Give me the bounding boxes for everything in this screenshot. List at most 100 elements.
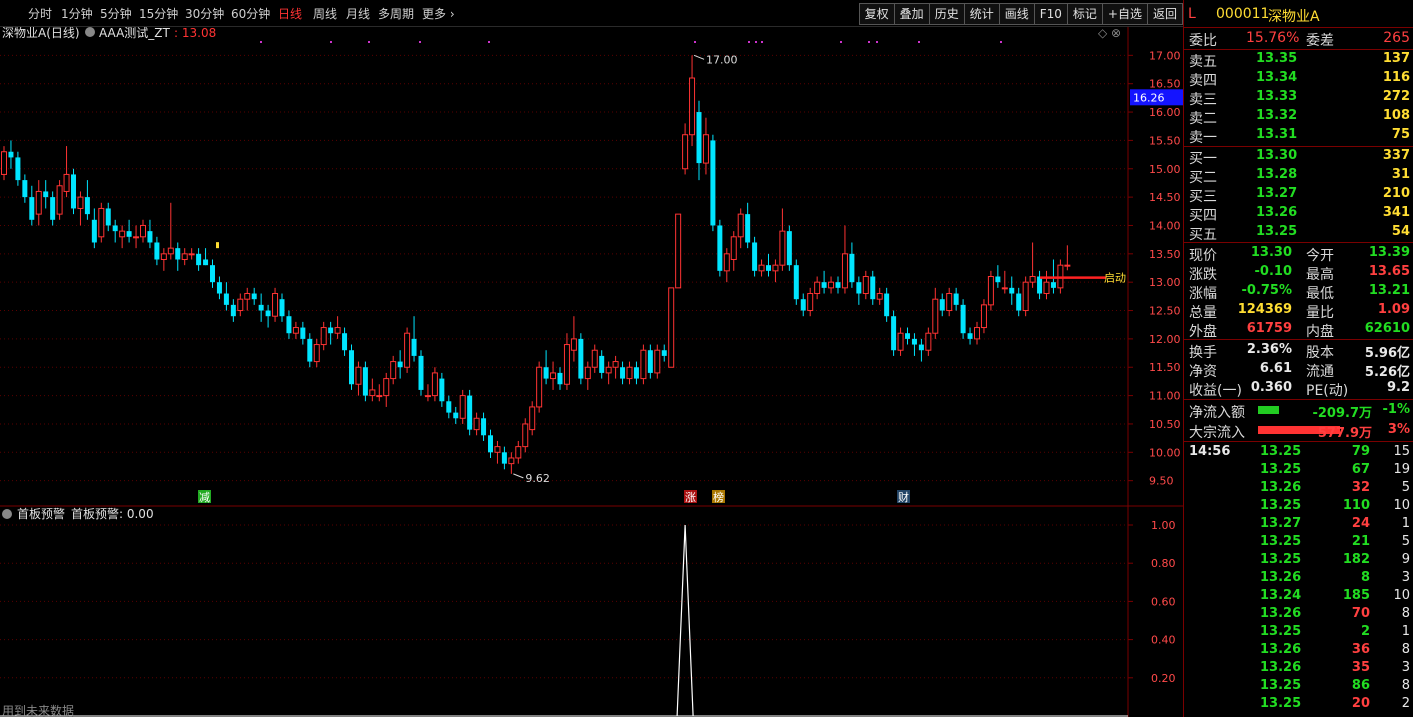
candle <box>362 361 368 402</box>
sub-settings-icon[interactable] <box>2 509 12 519</box>
indicator-name[interactable]: AAA测试_ZT <box>99 27 171 40</box>
toolbar-button-8[interactable]: 返回 <box>1146 3 1183 25</box>
candle-body <box>953 293 959 305</box>
candle <box>897 327 904 356</box>
candle-body <box>974 327 980 340</box>
candle <box>668 287 675 368</box>
event-marker: 榜 <box>712 490 725 504</box>
stock-name[interactable]: 深物业A <box>1268 6 1320 26</box>
candle-body <box>265 310 271 317</box>
flow-value: -209.7万 <box>1312 406 1372 421</box>
sub-y-tick-label: 0.40 <box>1151 634 1176 647</box>
candle-body <box>459 395 466 419</box>
kline-chart[interactable]: 17.00 16.50 16.00 15.50 15.00 14.50 14.00 13.50… <box>0 27 1183 717</box>
period-tab-7[interactable]: 周线 <box>313 5 337 22</box>
candle <box>723 248 730 283</box>
toolbar-button-5[interactable]: F10 <box>1033 3 1068 25</box>
ask-row[interactable]: 卖四 13.34 116 <box>1184 69 1413 89</box>
candle-body <box>766 265 771 271</box>
flow-bar <box>1258 406 1279 414</box>
candle <box>515 440 522 464</box>
candle <box>1016 287 1022 317</box>
bid-row[interactable]: 买一 13.30 337 <box>1184 147 1413 167</box>
candle <box>856 276 862 305</box>
candle <box>8 140 14 169</box>
bid-row[interactable]: 买三 13.27 210 <box>1184 185 1413 205</box>
period-tab-10[interactable]: 更多 › <box>422 5 455 22</box>
period-tab-8[interactable]: 月线 <box>346 5 370 22</box>
tick-row: 13.25 79 15 <box>1184 443 1413 461</box>
bid-row[interactable]: 买五 13.25 54 <box>1184 223 1413 243</box>
diamond-icon[interactable]: ◇ <box>1098 27 1108 40</box>
candle-body <box>508 457 515 465</box>
candle-body <box>481 418 487 436</box>
toolbar-button-1[interactable]: 叠加 <box>893 3 930 25</box>
candle <box>15 151 21 186</box>
event-marker-label: 减 <box>199 491 210 504</box>
stat-label: 涨跌 <box>1189 267 1217 283</box>
candle-body <box>160 253 167 260</box>
candle <box>188 248 195 260</box>
candle <box>529 401 536 436</box>
candle <box>369 378 376 402</box>
candle-body <box>745 214 751 243</box>
close-icon[interactable]: ⊗ <box>1111 27 1121 40</box>
candle-body <box>300 327 306 339</box>
high-label: 17.00 <box>706 53 738 66</box>
candle <box>292 321 299 339</box>
period-tab-0[interactable]: 分时 <box>28 5 52 22</box>
candle-body <box>349 350 354 385</box>
ask-volume: 108 <box>1382 108 1410 123</box>
candle <box>467 389 473 436</box>
bid-price: 13.26 <box>1256 205 1298 220</box>
settings-icon[interactable] <box>85 27 95 37</box>
candle <box>71 168 76 215</box>
fundamental-value: 9.2 <box>1386 380 1410 395</box>
ask-price: 13.32 <box>1256 108 1298 123</box>
candle <box>334 316 341 339</box>
ask-label: 卖四 <box>1189 73 1217 89</box>
tick-count: 3 <box>1401 660 1410 675</box>
y-tick-label: 16.00 <box>1149 106 1181 119</box>
ask-row[interactable]: 卖五 13.35 137 <box>1184 50 1413 70</box>
period-tab-2[interactable]: 5分钟 <box>100 5 132 22</box>
tick-count: 1 <box>1401 624 1410 639</box>
toolbar-button-3[interactable]: 统计 <box>963 3 1000 25</box>
toolbar-button-2[interactable]: 历史 <box>928 3 965 25</box>
y-tick-label: 11.00 <box>1149 390 1181 403</box>
bid-row[interactable]: 买四 13.26 341 <box>1184 204 1413 224</box>
tick-price: 13.26 <box>1260 660 1302 675</box>
period-tab-1[interactable]: 1分钟 <box>61 5 93 22</box>
stat-row: 现价 13.30 今开 13.39 <box>1184 244 1413 264</box>
weibi-row: 委比 15.76% 委差 265 <box>1184 29 1413 49</box>
stat-label: 最低 <box>1306 286 1334 302</box>
toolbar-button-7[interactable]: +自选 <box>1101 3 1148 25</box>
period-tab-4[interactable]: 30分钟 <box>185 5 224 22</box>
candle-body <box>230 304 236 317</box>
ask-row[interactable]: 卖二 13.32 108 <box>1184 107 1413 127</box>
market-tag: L <box>1188 6 1196 22</box>
toolbar-button-4[interactable]: 画线 <box>998 3 1035 25</box>
stock-code[interactable]: 000011 <box>1216 6 1269 22</box>
candle <box>563 333 570 390</box>
stat-value: -0.10 <box>1254 264 1292 279</box>
ask-volume: 116 <box>1382 70 1410 85</box>
bid-row[interactable]: 买二 13.28 31 <box>1184 166 1413 186</box>
candle <box>411 316 417 362</box>
candle <box>481 412 487 441</box>
period-tab-9[interactable]: 多周期 <box>378 5 414 22</box>
ask-row[interactable]: 卖三 13.33 272 <box>1184 88 1413 108</box>
ask-row[interactable]: 卖一 13.31 75 <box>1184 126 1413 146</box>
stat-label: 最高 <box>1306 267 1334 283</box>
candle <box>925 327 932 356</box>
period-tab-3[interactable]: 15分钟 <box>139 5 178 22</box>
stat-row: 涨幅 -0.75% 最低 13.21 <box>1184 282 1413 302</box>
candle <box>605 361 612 385</box>
candle-body <box>1016 293 1022 311</box>
period-tab-6[interactable]: 日线 <box>278 5 302 22</box>
toolbar-button-0[interactable]: 复权 <box>858 3 895 25</box>
candle <box>328 321 334 345</box>
candle-body <box>334 327 341 334</box>
period-tab-5[interactable]: 60分钟 <box>231 5 270 22</box>
toolbar-button-6[interactable]: 标记 <box>1066 3 1103 25</box>
